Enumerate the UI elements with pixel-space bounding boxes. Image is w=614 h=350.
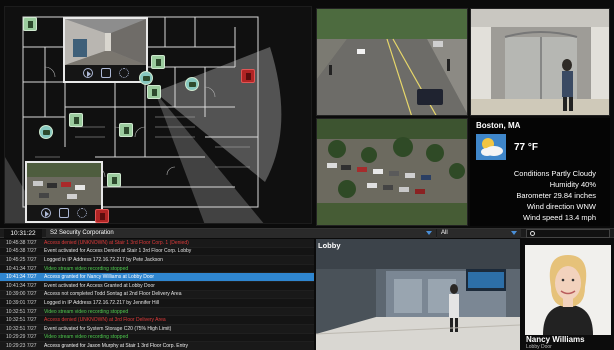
event-row[interactable]: 10:32:51 7/27 Event activated for System … <box>0 324 314 334</box>
event-time: 10:32:51 7/27 <box>6 308 37 315</box>
floorplan-camera-thumbnail-2[interactable] <box>25 161 103 223</box>
weather-humidity: Humidity 40% <box>549 180 596 189</box>
event-description: Event activated for System Storage C20 (… <box>44 325 172 332</box>
event-time: 10:29:23 7/27 <box>6 342 37 349</box>
event-time: 10:41:34 7/27 <box>6 274 37 281</box>
search-icon[interactable] <box>530 231 535 236</box>
floor-plan-map[interactable] <box>4 6 312 224</box>
parking-preview <box>27 163 101 205</box>
weather-city: Boston, MA <box>476 121 521 130</box>
street-scene <box>317 9 467 115</box>
event-row[interactable]: 10:29:23 7/27 Access granted for Jason Mu… <box>0 342 314 350</box>
chevron-down-icon[interactable] <box>511 231 517 235</box>
street-camera-feed[interactable] <box>316 8 468 116</box>
event-row[interactable]: 10:32:51 7/27 Video stream video recordin… <box>0 307 314 317</box>
cardholder-name: Nancy Williams <box>526 335 585 344</box>
event-time: 10:32:51 7/27 <box>6 325 37 332</box>
cardholder-door: Lobby Door <box>526 344 552 350</box>
hallway-preview <box>65 19 146 65</box>
zoom-icon[interactable] <box>100 68 111 78</box>
cardholder-card[interactable]: Nancy Williams Lobby Door <box>522 239 614 350</box>
camera-marker-icon[interactable] <box>39 125 53 139</box>
event-description: Video stream video recording stopped <box>44 334 129 341</box>
event-time: 10:29:29 7/27 <box>6 334 37 341</box>
lobby-camera-feed[interactable]: Lobby <box>316 239 520 350</box>
door-marker-icon[interactable] <box>69 113 83 127</box>
entrance-camera-feed[interactable] <box>470 8 610 116</box>
event-row[interactable]: 10:45:25 7/27 Logged in IP Address 172.16… <box>0 256 314 265</box>
event-description: Logged in IP Address 172.16.72.217 by Je… <box>44 299 159 306</box>
partly-cloudy-icon <box>476 134 506 160</box>
event-time: 10:39:01 7/27 <box>6 299 37 306</box>
door-marker-icon[interactable] <box>23 17 37 31</box>
event-description: Logged in IP Address 172.16.72.217 by Pe… <box>44 256 163 263</box>
event-time: 10:39:00 7/27 <box>6 291 37 298</box>
weather-barometer: Barometer 29.84 inches <box>516 191 596 200</box>
event-time: 10:32:51 7/27 <box>6 317 37 324</box>
event-row[interactable]: 10:32:51 7/27 Access denied (UNKNOWN) at … <box>0 316 314 325</box>
lobby-scene <box>316 239 520 350</box>
event-row[interactable]: 10:41:34 7/27 Access granted for Nancy Wi… <box>0 273 314 282</box>
weather-panel: Boston, MA 77 °F Conditions Partly Cloud… <box>470 118 610 226</box>
event-description: Video stream video recording stopped <box>44 265 129 272</box>
camera-marker-icon[interactable] <box>139 71 153 85</box>
entrance-scene <box>471 9 609 115</box>
cardholder-photo <box>525 245 611 335</box>
weather-temperature: 77 °F <box>514 141 539 153</box>
weather-wind-speed: Wind speed 13.4 mph <box>523 213 596 222</box>
event-description: Access granted for Nancy Williams at Lob… <box>44 274 155 281</box>
event-description: Access not completed Todd Sontag at 2nd … <box>44 291 182 298</box>
event-description: Access granted for Jason Murphy at Stair… <box>44 342 188 349</box>
event-description: Access denied (UNKNOWN) at 3rd Floor Del… <box>44 317 166 324</box>
event-time: 10:41:34 7/27 <box>6 265 37 272</box>
alarm-marker-icon[interactable] <box>95 209 109 223</box>
gear-icon[interactable] <box>77 208 87 218</box>
camera-marker-icon[interactable] <box>185 77 199 91</box>
floorplan-camera-thumbnail-1[interactable] <box>63 17 148 83</box>
lobby-label: Lobby <box>318 241 341 250</box>
event-time: 10:45:38 7/27 <box>6 248 37 255</box>
door-marker-icon[interactable] <box>147 85 161 99</box>
event-description: Video stream video recording stopped <box>44 308 129 315</box>
gear-icon[interactable] <box>118 68 129 78</box>
event-description: Event activated for Access Granted at Lo… <box>44 282 155 289</box>
event-row[interactable]: 10:41:34 7/27 Video stream video recordin… <box>0 265 314 274</box>
chevron-down-icon[interactable] <box>426 231 432 235</box>
door-marker-icon[interactable] <box>107 173 121 187</box>
play-icon[interactable] <box>41 208 51 218</box>
search-input[interactable] <box>526 229 610 238</box>
alarm-marker-icon[interactable] <box>241 69 255 83</box>
event-row[interactable]: 10:45:38 7/27 Access denied (UNKNOWN) at … <box>0 239 314 248</box>
event-description: Access denied (UNKNOWN) at Stair 1 3rd F… <box>44 239 189 246</box>
event-toolbar: 10:31:22 S2 Security Corporation All <box>0 228 614 238</box>
door-marker-icon[interactable] <box>119 123 133 137</box>
event-time: 10:41:34 7/27 <box>6 282 37 289</box>
event-time: 10:45:38 7/27 <box>6 239 37 246</box>
event-row[interactable]: 10:41:34 7/27 Event activated for Access … <box>0 282 314 291</box>
door-marker-icon[interactable] <box>151 55 165 69</box>
security-dashboard: Boston, MA 77 °F Conditions Partly Cloud… <box>0 0 614 350</box>
event-row[interactable]: 10:29:29 7/27 Video stream video recordin… <box>0 334 314 343</box>
weather-conditions: Conditions Partly Cloudy <box>513 169 596 178</box>
thumbnail-2-controls <box>27 205 101 221</box>
thumbnail-1-controls <box>65 65 146 81</box>
event-time: 10:45:25 7/27 <box>6 256 37 263</box>
event-filter-select[interactable]: All <box>437 229 521 238</box>
clock: 10:31:22 <box>4 229 42 238</box>
partition-select[interactable]: S2 Security Corporation <box>46 229 436 238</box>
event-list[interactable]: 10:45:38 7/27 Access denied (UNKNOWN) at … <box>0 239 314 350</box>
weather-wind-direction: Wind direction WNW <box>526 202 596 211</box>
zoom-icon[interactable] <box>59 208 69 218</box>
play-icon[interactable] <box>82 68 93 78</box>
event-row[interactable]: 10:45:38 7/27 Event activated for Access … <box>0 248 314 257</box>
event-row[interactable]: 10:39:00 7/27 Access not completed Todd S… <box>0 290 314 300</box>
parking-camera-feed[interactable] <box>316 118 468 226</box>
event-row[interactable]: 10:39:01 7/27 Logged in IP Address 172.16… <box>0 299 314 308</box>
parking-scene <box>317 119 467 225</box>
event-description: Event activated for Access Denied at Sta… <box>44 248 192 255</box>
